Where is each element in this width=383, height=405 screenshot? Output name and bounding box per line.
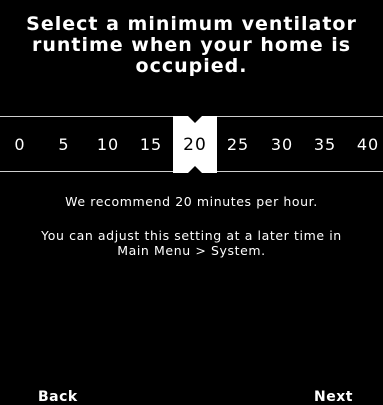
page-title: Select a minimum ventilator runtime when… xyxy=(26,13,357,77)
option-25[interactable]: 25 xyxy=(227,117,249,171)
option-10[interactable]: 10 xyxy=(97,117,119,171)
recommendation-text: We recommend 20 minutes per hour. xyxy=(65,194,318,209)
adjust-info-text: You can adjust this setting at a later t… xyxy=(41,228,342,258)
option-40[interactable]: 40 xyxy=(357,117,379,171)
back-button[interactable]: Back xyxy=(38,389,78,405)
option-35[interactable]: 35 xyxy=(314,117,336,171)
option-20-selected[interactable]: 20 xyxy=(183,117,207,171)
option-5[interactable]: 5 xyxy=(58,117,69,171)
runtime-picker[interactable]: 0 5 10 15 20 25 30 35 40 xyxy=(0,116,383,173)
option-15[interactable]: 15 xyxy=(140,117,162,171)
option-30[interactable]: 30 xyxy=(271,117,293,171)
next-button[interactable]: Next xyxy=(314,389,353,405)
option-0[interactable]: 0 xyxy=(14,117,25,171)
